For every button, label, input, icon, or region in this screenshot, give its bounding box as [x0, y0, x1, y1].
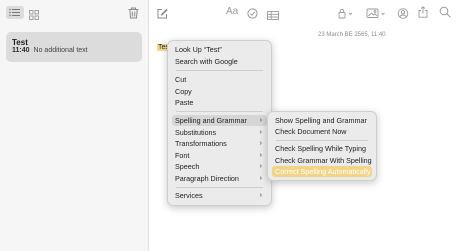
- collaborate-icon: [397, 8, 409, 19]
- submenu-item-check-document[interactable]: Check Document Now: [272, 126, 372, 137]
- submenu-item-correct-automatically[interactable]: Correct Spelling Automatically: [272, 166, 372, 177]
- media-button[interactable]: [366, 6, 388, 18]
- submenu-item-check-while-typing[interactable]: Check Spelling While Typing: [272, 143, 372, 154]
- submenu-item-show-spelling[interactable]: Show Spelling and Grammar: [272, 115, 372, 126]
- chevron-right-icon: ›: [259, 152, 262, 159]
- menu-item-search-google[interactable]: Search with Google: [172, 56, 267, 67]
- chevron-right-icon: ›: [259, 175, 262, 182]
- collaborate-button[interactable]: [397, 6, 409, 19]
- chevron-right-icon: ›: [259, 129, 262, 136]
- gallery-view-button[interactable]: [29, 7, 39, 20]
- checklist-button[interactable]: [247, 6, 258, 19]
- text-format-button[interactable]: Aa: [226, 7, 238, 17]
- menu-item-font[interactable]: Font ›: [172, 150, 267, 161]
- checklist-icon: [247, 8, 258, 19]
- share-icon: [418, 6, 428, 18]
- menu-item-copy[interactable]: Copy: [172, 86, 267, 97]
- note-date: 23 March BE 2565, 11:40: [318, 32, 386, 38]
- compose-button[interactable]: [157, 6, 168, 19]
- chevron-right-icon: ›: [259, 140, 262, 147]
- share-button[interactable]: [418, 5, 428, 18]
- submenu-item-check-grammar[interactable]: Check Grammar With Spelling: [272, 155, 372, 166]
- note-preview: No additional text: [33, 47, 88, 54]
- gallery-view-icon: [29, 10, 39, 20]
- chevron-right-icon: ›: [259, 163, 262, 170]
- list-view-button[interactable]: [6, 6, 24, 19]
- note-title: Test: [12, 38, 28, 47]
- menu-item-services[interactable]: Services ›: [172, 190, 267, 201]
- spelling-submenu: Show Spelling and Grammar Check Document…: [267, 111, 377, 181]
- menu-item-speech[interactable]: Speech ›: [172, 161, 267, 172]
- menu-item-transformations[interactable]: Transformations ›: [172, 138, 267, 149]
- media-icon: [366, 8, 385, 18]
- table-icon: [267, 11, 279, 20]
- table-button[interactable]: [267, 7, 279, 20]
- compose-icon: [157, 8, 168, 19]
- search-button[interactable]: [439, 5, 452, 18]
- delete-note-button[interactable]: [128, 6, 139, 19]
- menu-separator: [176, 187, 263, 188]
- list-view-icon: [9, 8, 20, 17]
- menu-item-paragraph-direction[interactable]: Paragraph Direction ›: [172, 173, 267, 184]
- lock-button[interactable]: [338, 6, 354, 19]
- note-meta: 11:40 No additional text: [12, 47, 88, 54]
- lock-icon: [338, 8, 353, 19]
- menu-item-spelling-grammar[interactable]: Spelling and Grammar ›: [172, 115, 267, 126]
- menu-item-paste[interactable]: Paste: [172, 97, 267, 108]
- search-icon: [439, 6, 451, 18]
- chevron-right-icon: ›: [259, 192, 262, 199]
- context-menu: Look Up “Test” Search with Google Cut Co…: [167, 40, 272, 206]
- note-time: 11:40: [12, 47, 30, 54]
- text-format-icon: Aa: [226, 6, 239, 17]
- menu-separator: [176, 70, 263, 71]
- menu-item-cut[interactable]: Cut: [172, 74, 267, 85]
- trash-icon: [128, 7, 139, 19]
- menu-separator: [276, 140, 368, 141]
- chevron-right-icon: ›: [259, 117, 262, 124]
- menu-item-substitutions[interactable]: Substitutions ›: [172, 127, 267, 138]
- menu-separator: [176, 111, 263, 112]
- menu-item-look-up[interactable]: Look Up “Test”: [172, 44, 267, 55]
